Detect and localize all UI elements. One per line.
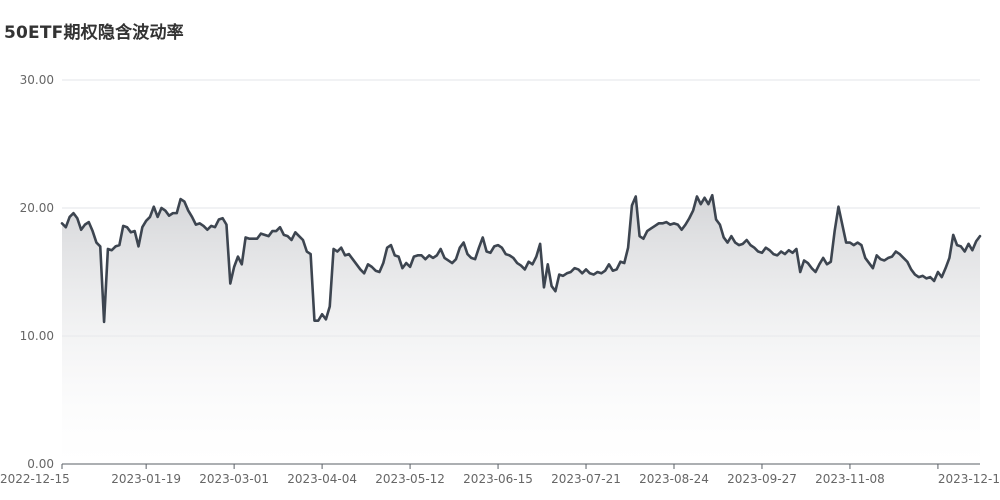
x-tick-label-4: 2023-05-12 (375, 472, 445, 486)
y-tick-label-1: 10.00 (20, 329, 54, 343)
volatility-area-chart: 0.00 10.00 20.00 30.00 2022-12-15 2023-01-19 2… (0, 73, 1000, 486)
area-layer (60, 193, 982, 464)
x-tick-label-3: 2023-04-04 (287, 472, 357, 486)
chart-root: 50ETF期权隐含波动率 0.00 10.00 20.00 30.00 2022-12-… (0, 0, 1000, 500)
series-area (62, 195, 980, 464)
x-tick-label-7: 2023-08-24 (639, 472, 709, 486)
x-tick-label-8: 2023-09-27 (727, 472, 797, 486)
y-tick-label-3: 30.00 (20, 73, 54, 87)
y-tick-label-2: 20.00 (20, 201, 54, 215)
x-tick-label-9: 2023-11-08 (815, 472, 885, 486)
x-tick-label-0: 2022-12-15 (0, 472, 70, 486)
x-tick-label-6: 2023-07-21 (551, 472, 621, 486)
x-tick-label-5: 2023-06-15 (463, 472, 533, 486)
y-tick-label-0: 0.00 (27, 457, 54, 471)
x-tick-label-10: 2023-12-1 (938, 472, 1000, 486)
x-tick-label-2: 2023-03-01 (199, 472, 269, 486)
axis-layer (61, 463, 980, 469)
x-tick-label-1: 2023-01-19 (111, 472, 181, 486)
